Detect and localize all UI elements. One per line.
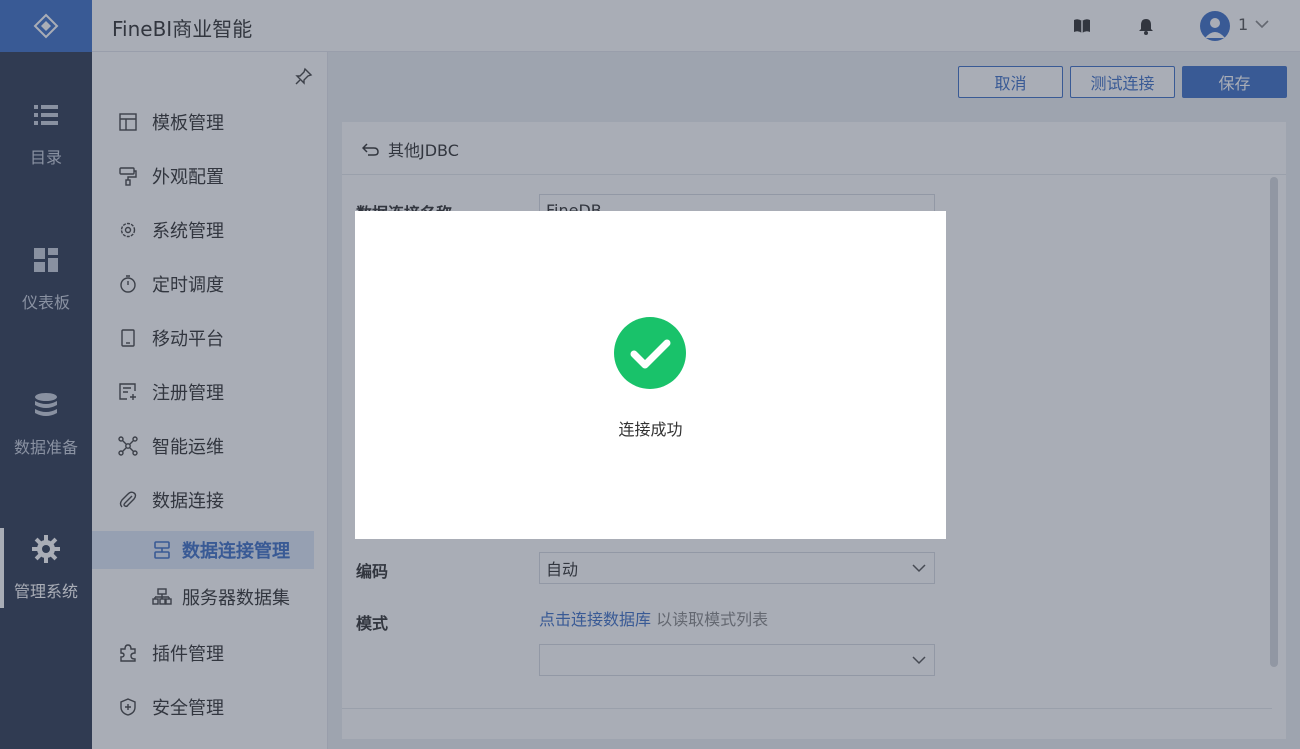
success-check-icon xyxy=(614,317,686,389)
connection-result-dialog: 连接成功 xyxy=(355,211,946,539)
success-message: 连接成功 xyxy=(618,420,683,439)
